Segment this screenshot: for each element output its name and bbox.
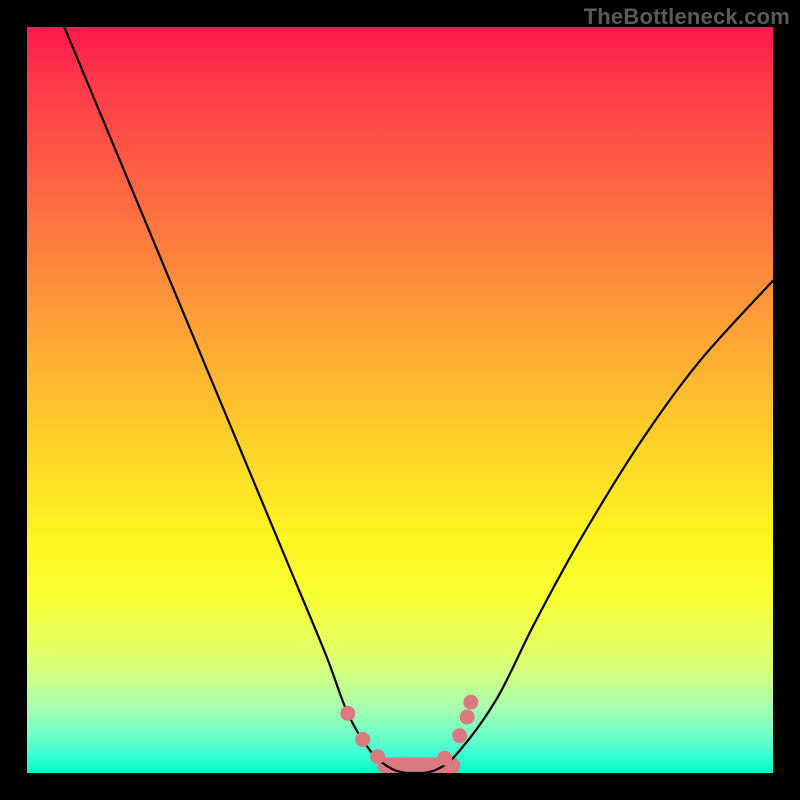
chart-frame: TheBottleneck.com xyxy=(0,0,800,800)
chart-plot-area xyxy=(27,27,773,773)
watermark-text: TheBottleneck.com xyxy=(584,4,790,30)
